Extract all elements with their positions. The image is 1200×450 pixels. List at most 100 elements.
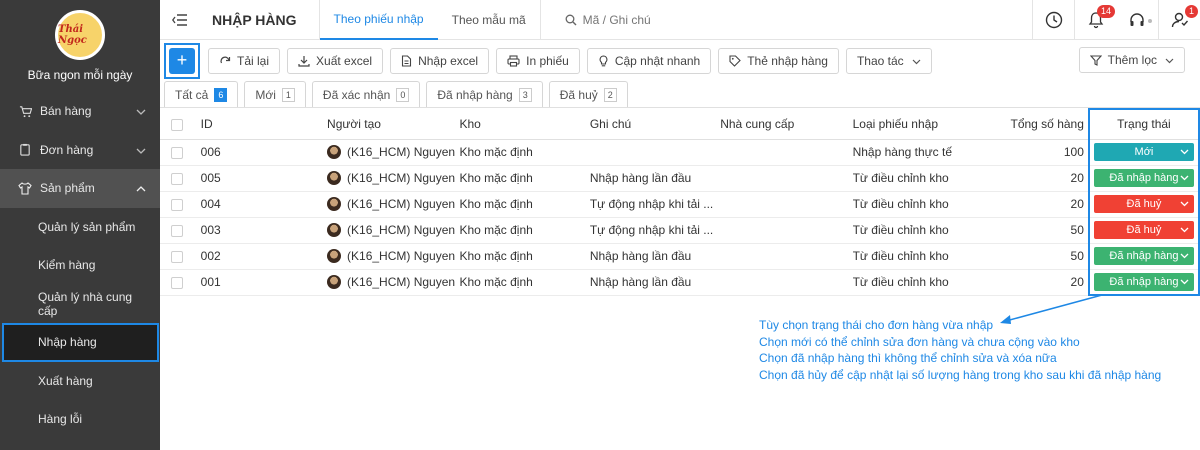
status-tab-all[interactable]: Tất cả 6 bbox=[164, 81, 239, 107]
notification-button[interactable]: 14 bbox=[1074, 0, 1116, 40]
table-row[interactable]: 005 (K16_HCM) Nguyen Kho mặc định Nhập hàng… bbox=[160, 165, 1200, 192]
chevron-down-icon bbox=[1180, 172, 1189, 184]
cell-id[interactable]: 005 bbox=[196, 165, 328, 192]
status-dropdown[interactable]: Đã huỷ bbox=[1093, 221, 1194, 239]
import-excel-button[interactable]: Nhập excel bbox=[390, 47, 490, 74]
headset-icon bbox=[1130, 12, 1144, 26]
column-header-creator[interactable]: Người tạo bbox=[327, 109, 460, 140]
cell-total: 20 bbox=[982, 191, 1089, 218]
table-row[interactable]: 006 (K16_HCM) Nguyen Kho mặc định Nhập hàng… bbox=[160, 139, 1200, 166]
row-checkbox[interactable] bbox=[171, 276, 183, 289]
creator-name: (K16_HCM) Nguyen bbox=[347, 144, 456, 159]
column-header-note[interactable]: Ghi chú bbox=[589, 109, 721, 140]
chevron-down-icon bbox=[1180, 276, 1189, 288]
cell-creator: (K16_HCM) Nguyen bbox=[327, 243, 460, 270]
status-tab-new[interactable]: Mới 1 bbox=[244, 81, 306, 107]
status-label: Đã huỷ bbox=[1126, 224, 1162, 236]
cell-total: 100 bbox=[982, 139, 1089, 166]
sidebar-item-san-pham[interactable]: Sản phẩm bbox=[0, 169, 160, 208]
cell-type: Từ điều chỉnh kho bbox=[852, 217, 983, 244]
column-header-supplier[interactable]: Nhà cung cấp bbox=[720, 109, 853, 140]
search-box bbox=[539, 0, 1032, 40]
cell-supplier bbox=[720, 269, 853, 296]
import-table: ID Người tạo Kho Ghi chú Nhà cung cấp Lo… bbox=[160, 108, 1200, 296]
table-header-row: ID Người tạo Kho Ghi chú Nhà cung cấp Lo… bbox=[160, 108, 1200, 140]
sidebar-subitem-quan-ly-san-pham[interactable]: Quản lý sản phẩm bbox=[0, 208, 160, 247]
cell-id[interactable]: 002 bbox=[196, 243, 328, 270]
chevron-down-icon bbox=[912, 54, 921, 68]
presence-dot bbox=[1148, 18, 1152, 23]
status-tab-count: 0 bbox=[396, 87, 410, 102]
print-button[interactable]: In phiếu bbox=[496, 47, 580, 74]
sidebar-item-label: Sản phẩm bbox=[40, 181, 95, 196]
sidebar-subitem-nhap-hang[interactable]: Nhập hàng bbox=[2, 323, 159, 362]
quick-update-button[interactable]: Cập nhật nhanh bbox=[586, 47, 712, 74]
status-dropdown[interactable]: Đã huỷ bbox=[1093, 195, 1194, 213]
status-tab-label: Đã nhập hàng bbox=[437, 87, 513, 102]
column-header-type[interactable]: Loại phiếu nhập bbox=[852, 109, 983, 140]
cell-note: Tự động nhập khi tải ... bbox=[589, 191, 721, 218]
sidebar-subitem-xuat-hang[interactable]: Xuất hàng bbox=[0, 362, 160, 401]
cell-id[interactable]: 003 bbox=[196, 217, 328, 244]
brand-logo[interactable]: Thái Ngọc bbox=[55, 10, 105, 60]
sidebar-item-don-hang[interactable]: Đơn hàng bbox=[0, 131, 160, 170]
row-checkbox[interactable] bbox=[171, 172, 183, 185]
status-tab-cancelled[interactable]: Đã huỷ 2 bbox=[548, 81, 628, 107]
tab-theo-mau-ma[interactable]: Theo mẫu mã bbox=[438, 0, 540, 40]
filter-icon bbox=[1089, 54, 1102, 66]
support-button[interactable] bbox=[1116, 0, 1158, 40]
status-tab-label: Đã xác nhận bbox=[322, 87, 391, 102]
sidebar-item-label: Quản lý sản phẩm bbox=[38, 219, 136, 234]
avatar bbox=[327, 145, 342, 160]
menu-toggle-button[interactable] bbox=[160, 0, 200, 40]
status-tab-imported[interactable]: Đã nhập hàng 3 bbox=[426, 81, 543, 107]
column-header-status[interactable]: Trạng thái bbox=[1087, 108, 1200, 140]
column-header-id[interactable]: ID bbox=[196, 109, 328, 140]
cell-warehouse: Kho mặc định bbox=[459, 191, 590, 218]
cell-id[interactable]: 004 bbox=[196, 191, 328, 218]
actions-dropdown[interactable]: Thao tác bbox=[845, 47, 932, 74]
sidebar-item-label: Đơn hàng bbox=[40, 142, 94, 157]
annotation-text: Tùy chọn trạng thái cho đơn hàng vừa nhậ… bbox=[759, 317, 1161, 383]
status-tab-confirmed[interactable]: Đã xác nhận 0 bbox=[311, 81, 421, 107]
cell-supplier bbox=[720, 243, 853, 270]
sidebar-subitem-kiem-hang[interactable]: Kiểm hàng bbox=[0, 246, 160, 285]
status-tab-count: 6 bbox=[214, 87, 228, 102]
status-dropdown[interactable]: Mới bbox=[1093, 143, 1194, 161]
row-checkbox[interactable] bbox=[171, 224, 183, 237]
file-icon bbox=[401, 54, 412, 67]
import-excel-label: Nhập excel bbox=[418, 53, 479, 68]
cell-creator: (K16_HCM) Nguyen bbox=[327, 217, 460, 244]
reload-button[interactable]: Tải lại bbox=[208, 47, 281, 74]
cell-id[interactable]: 006 bbox=[196, 139, 328, 166]
chevron-down-icon bbox=[136, 104, 146, 118]
sidebar-subitem-quan-ly-nha-cung-cap[interactable]: Quản lý nhà cung cấp bbox=[0, 285, 160, 324]
column-header-warehouse[interactable]: Kho bbox=[459, 109, 590, 140]
row-checkbox[interactable] bbox=[171, 250, 183, 263]
chevron-up-icon bbox=[136, 181, 146, 195]
history-button[interactable] bbox=[1032, 0, 1074, 40]
export-excel-label: Xuất excel bbox=[316, 53, 373, 68]
user-menu-button[interactable]: 1 bbox=[1158, 0, 1200, 40]
cell-supplier bbox=[720, 139, 853, 166]
import-tag-button[interactable]: Thẻ nhập hàng bbox=[718, 47, 839, 74]
tab-theo-phieu-nhap[interactable]: Theo phiếu nhập bbox=[319, 0, 438, 40]
row-checkbox[interactable] bbox=[171, 146, 183, 159]
export-excel-button[interactable]: Xuất excel bbox=[287, 47, 384, 74]
status-dropdown[interactable]: Đã nhập hàng bbox=[1093, 247, 1194, 265]
search-input[interactable] bbox=[582, 12, 783, 27]
reload-label: Tải lại bbox=[237, 53, 270, 68]
status-dropdown[interactable]: Đã nhập hàng bbox=[1093, 169, 1194, 187]
table-row[interactable]: 004 (K16_HCM) Nguyen Kho mặc định Tự động n… bbox=[160, 191, 1200, 218]
add-filter-button[interactable]: Thêm lọc bbox=[1078, 47, 1185, 73]
table-row[interactable]: 003 (K16_HCM) Nguyen Kho mặc định Tự động n… bbox=[160, 217, 1200, 244]
sidebar-subitem-hang-loi[interactable]: Hàng lỗi bbox=[0, 400, 160, 439]
sidebar-item-ban-hang[interactable]: Bán hàng bbox=[0, 92, 160, 131]
actions-label: Thao tác bbox=[856, 53, 904, 68]
table-row[interactable]: 002 (K16_HCM) Nguyen Kho mặc định Nhập hàng… bbox=[160, 243, 1200, 270]
select-all-checkbox[interactable] bbox=[171, 118, 183, 131]
add-button[interactable]: + bbox=[169, 47, 195, 74]
row-checkbox[interactable] bbox=[171, 198, 183, 211]
column-header-total[interactable]: Tổng số hàng bbox=[982, 109, 1089, 140]
cell-id[interactable]: 001 bbox=[196, 269, 328, 296]
